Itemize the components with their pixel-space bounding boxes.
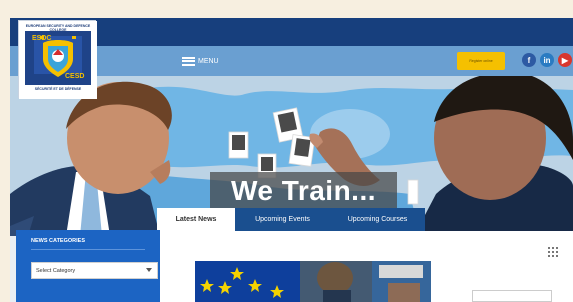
news-categories-panel: NEWS CATEGORIES Select Category [16,230,160,302]
menu-button[interactable]: MENU [182,52,219,70]
logo-esdc-text: ESDC [32,35,52,42]
linkedin-icon[interactable]: in [540,53,554,67]
register-button[interactable]: Register online [457,52,505,70]
tab-upcoming-courses[interactable]: Upcoming Courses [330,208,425,231]
category-select-value: Select Category [36,267,76,274]
sidebar-divider [31,249,145,250]
news-content [157,231,573,302]
hamburger-icon [182,56,195,66]
grid-view-icon[interactable] [548,247,558,257]
website-frame: MENU Register online f in ▶ We Train... … [10,18,573,302]
tab-latest-news[interactable]: Latest News [157,208,235,231]
logo-cesd-text: CESD [65,73,85,80]
news-tabs: Latest News Upcoming Events Upcoming Cou… [157,208,425,231]
content-box [472,290,552,302]
tab-upcoming-events[interactable]: Upcoming Events [235,208,330,231]
news-photo [195,261,431,302]
category-select[interactable]: Select Category [31,262,158,279]
chevron-down-icon [146,268,152,272]
esdc-logo[interactable]: EUROPEAN SECURITY AND DEFENCE COLLEGE ES… [18,20,97,99]
logo-top-text: EUROPEAN SECURITY AND DEFENCE COLLEGE [25,24,91,32]
youtube-icon[interactable]: ▶ [558,53,572,67]
logo-bottom-text: SÉCURITÉ ET DE DÉFENSE [34,87,82,91]
news-thumbnail[interactable] [195,261,431,302]
hero-title: We Train... [210,172,397,210]
facebook-icon[interactable]: f [522,53,536,67]
menu-label: MENU [198,57,219,65]
news-categories-title: NEWS CATEGORIES [31,238,85,244]
